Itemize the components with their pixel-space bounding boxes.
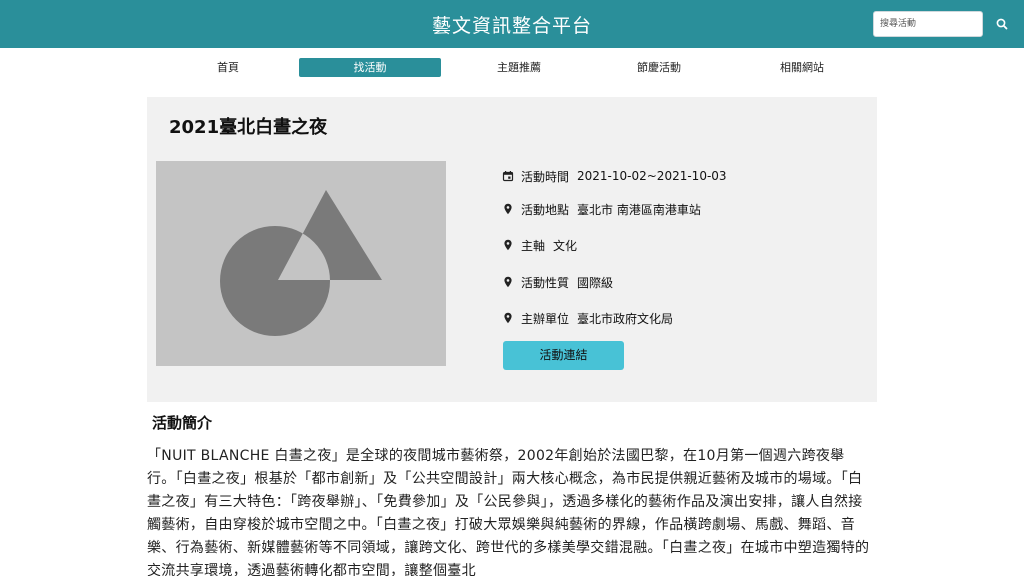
- info-label-nature: 活動性質: [521, 275, 570, 290]
- intro-text: 「NUIT BLANCHE 白晝之夜」是全球的夜間城市藝術祭，2002年創始於法…: [147, 448, 870, 576]
- location-pin-icon: [502, 312, 514, 324]
- info-value-organizer: 臺北市政府文化局: [577, 311, 674, 326]
- top-header-bar: 藝文資訊整合平台: [0, 0, 1024, 48]
- info-row-theme: 主軸 文化: [502, 236, 577, 254]
- search-icon[interactable]: [993, 15, 1011, 33]
- info-row-organizer: 主辦單位 臺北市政府文化局: [502, 309, 673, 327]
- info-value-time: 2021-10-02~2021-10-03: [577, 169, 727, 183]
- calendar-icon: [502, 170, 514, 182]
- event-image-placeholder: [156, 161, 446, 366]
- info-label-time: 活動時間: [521, 169, 570, 184]
- info-label-theme: 主軸: [521, 238, 546, 253]
- info-row-location: 活動地點 臺北市 南港區南港車站: [502, 200, 701, 218]
- info-value-theme: 文化: [553, 238, 578, 253]
- event-card: 2021臺北白晝之夜 活動時間 2021-10-02~2021-10-03 活動…: [147, 97, 877, 402]
- info-value-location: 臺北市 南港區南港車站: [577, 202, 701, 217]
- info-label-location: 活動地點: [521, 202, 570, 217]
- location-pin-icon: [502, 276, 514, 288]
- nav-item-featured-topics[interactable]: 主題推薦: [448, 58, 590, 77]
- info-value-nature: 國際級: [577, 275, 614, 290]
- location-pin-icon: [502, 203, 514, 215]
- event-link-button[interactable]: 活動連結: [503, 341, 624, 370]
- nav-item-festival-events[interactable]: 節慶活動: [588, 58, 730, 77]
- search-input[interactable]: [873, 11, 983, 37]
- nav-item-home[interactable]: 首頁: [157, 58, 299, 77]
- event-title: 2021臺北白晝之夜: [169, 117, 328, 138]
- info-row-time: 活動時間 2021-10-02~2021-10-03: [502, 167, 727, 185]
- site-title: 藝文資訊整合平台: [431, 15, 592, 37]
- location-pin-icon: [502, 239, 514, 251]
- main-nav: 首頁 找活動 主題推薦 節慶活動 相關網站: [0, 56, 1024, 78]
- nav-item-find-events[interactable]: 找活動: [299, 58, 441, 77]
- info-label-organizer: 主辦單位: [521, 311, 570, 326]
- intro-heading: 活動簡介: [152, 414, 213, 432]
- nav-item-related-sites[interactable]: 相關網站: [731, 58, 873, 77]
- info-row-nature: 活動性質 國際級: [502, 273, 613, 291]
